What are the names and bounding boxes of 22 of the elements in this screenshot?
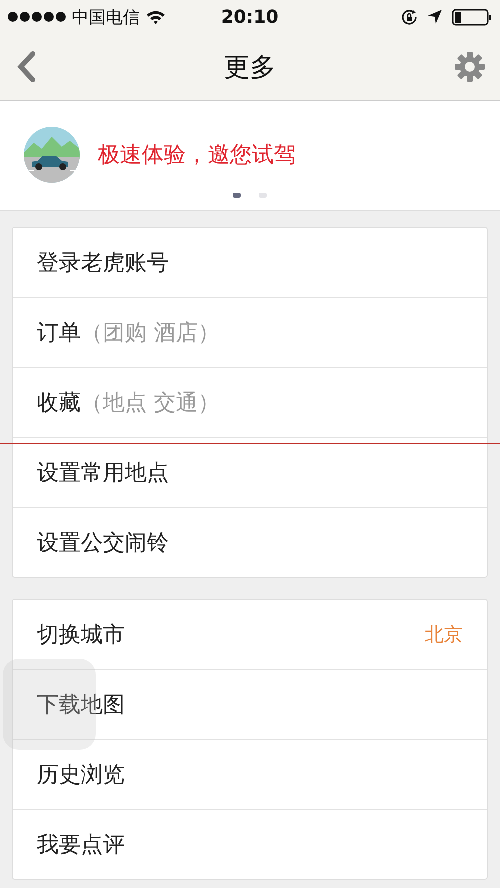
page-indicator[interactable] (233, 193, 241, 198)
back-chevron-icon (16, 51, 36, 83)
location-arrow-icon (428, 10, 442, 24)
menu-item[interactable]: 下载地图 (13, 670, 487, 740)
carrier-name: 中国电信 (72, 6, 140, 28)
menu-item[interactable]: 收藏（地点 交通） (13, 368, 487, 438)
settings-icon (454, 51, 486, 83)
page-title: 更多 (224, 52, 276, 84)
signal-icon (8, 12, 66, 22)
promo-text: 极速体验，邀您试驾 (98, 142, 296, 170)
clock-time: 20:10 (221, 6, 279, 28)
wifi-icon (146, 10, 166, 24)
menu-item[interactable]: 订单（团购 酒店） (13, 298, 487, 368)
promo-banner[interactable]: 极速体验，邀您试驾 (0, 101, 500, 211)
menu-item[interactable]: 切换城市 北京 (13, 600, 487, 670)
settings-button[interactable] (452, 49, 488, 85)
menu-item[interactable]: 历史浏览 (13, 740, 487, 810)
menu-item[interactable]: 登录老虎账号 (13, 228, 487, 298)
menu-item[interactable]: 我要点评 (13, 810, 487, 879)
battery-icon (452, 8, 492, 26)
rotation-lock-icon (401, 8, 418, 26)
menu-item[interactable]: 设置公交闹铃 (13, 508, 487, 577)
